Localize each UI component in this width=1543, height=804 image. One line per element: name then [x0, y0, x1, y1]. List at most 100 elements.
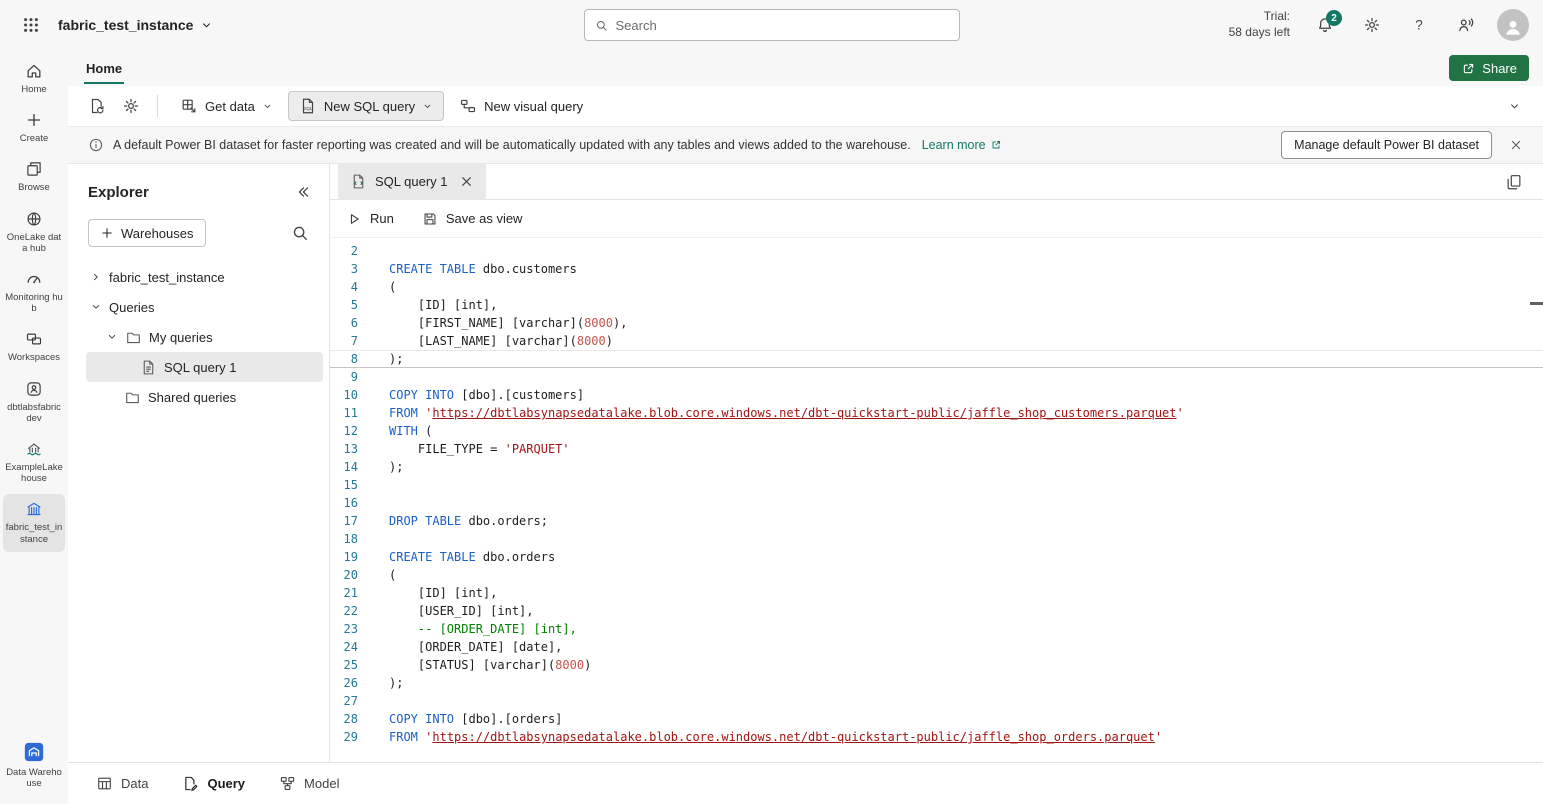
explorer-search-button[interactable]: [285, 218, 315, 248]
code-line-17[interactable]: 17DROP TABLE dbo.orders;: [330, 512, 1543, 530]
visual-query-icon: [459, 97, 477, 115]
code-line-9[interactable]: 9: [330, 368, 1543, 386]
rail-item-home[interactable]: Home: [3, 56, 65, 102]
bottom-tab-data[interactable]: Data: [96, 775, 148, 792]
chevron-down-icon: [422, 101, 433, 112]
rail-item-label: Data Warehouse: [5, 767, 63, 789]
line-number: 7: [330, 332, 376, 350]
code-text: DROP TABLE dbo.orders;: [376, 512, 548, 530]
code-line-25[interactable]: 25 [STATUS] [varchar](8000): [330, 656, 1543, 674]
rail-item-onelake-data-hub[interactable]: OneLake data hub: [3, 204, 65, 261]
account-avatar[interactable]: [1497, 9, 1529, 41]
left-rail: Home CreateBrowse OneLake data hub Monitori…: [0, 50, 68, 804]
rail-item-browse[interactable]: Browse: [3, 154, 65, 200]
rail-item-label: OneLake data hub: [5, 232, 63, 254]
warehouse-settings-button[interactable]: [116, 91, 146, 121]
workspace-name: fabric_test_instance: [58, 17, 193, 33]
close-tab-button[interactable]: [456, 171, 478, 193]
browse-icon: [25, 160, 43, 178]
query-tab[interactable]: SQL query 1: [338, 164, 486, 200]
new-sql-query-button[interactable]: SQL New SQL query: [288, 91, 444, 121]
collapse-ribbon-button[interactable]: [1499, 91, 1529, 121]
code-line-20[interactable]: 20(: [330, 566, 1543, 584]
code-line-4[interactable]: 4(: [330, 278, 1543, 296]
line-number: 19: [330, 548, 376, 566]
share-button[interactable]: Share: [1449, 55, 1529, 81]
code-editor[interactable]: 23CREATE TABLE dbo.customers4(5 [ID] [in…: [330, 238, 1543, 762]
code-line-10[interactable]: 10COPY INTO [dbo].[customers]: [330, 386, 1543, 404]
tree-item-fabric-test-instance[interactable]: fabric_test_instance: [86, 262, 323, 292]
code-line-22[interactable]: 22 [USER_ID] [int],: [330, 602, 1543, 620]
explorer-panel: Explorer Warehouses: [68, 164, 330, 762]
tree-item-my-queries[interactable]: My queries: [86, 322, 323, 352]
code-text: );: [376, 458, 403, 476]
help-button[interactable]: ?: [1403, 9, 1435, 41]
rail-item-label: Home: [21, 84, 46, 95]
code-line-26[interactable]: 26);: [330, 674, 1543, 692]
tree-item-shared-queries[interactable]: Shared queries: [86, 382, 323, 412]
folder-icon: [125, 329, 142, 346]
code-line-8[interactable]: 8);: [330, 350, 1543, 368]
collapse-explorer-button[interactable]: [289, 178, 317, 206]
bottom-tab-query[interactable]: Query: [182, 775, 245, 792]
code-line-13[interactable]: 13 FILE_TYPE = 'PARQUET': [330, 440, 1543, 458]
code-line-23[interactable]: 23 -- [ORDER_DATE] [int],: [330, 620, 1543, 638]
code-line-15[interactable]: 15: [330, 476, 1543, 494]
code-line-3[interactable]: 3CREATE TABLE dbo.customers: [330, 260, 1543, 278]
bottom-tab-model[interactable]: Model: [279, 775, 339, 792]
code-line-14[interactable]: 14);: [330, 458, 1543, 476]
get-data-button[interactable]: Get data: [169, 91, 284, 121]
code-text: WITH (: [376, 422, 432, 440]
code-line-18[interactable]: 18: [330, 530, 1543, 548]
tree-item-sql-query-1[interactable]: SQL query 1: [86, 352, 323, 382]
rail-item-monitoring-hub[interactable]: Monitoring hub: [3, 264, 65, 321]
explorer-tree: fabric_test_instanceQueriesMy queriesSQL…: [68, 260, 329, 412]
copy-button[interactable]: [1499, 167, 1529, 197]
search-input[interactable]: [616, 18, 949, 33]
new-visual-query-button[interactable]: New visual query: [448, 91, 594, 121]
code-text: (: [376, 566, 396, 584]
feedback-button[interactable]: [1450, 9, 1482, 41]
app-launcher-button[interactable]: [14, 8, 48, 42]
code-line-2[interactable]: 2: [330, 242, 1543, 260]
rail-item-dbtlabsfabricdev[interactable]: dbtlabsfabricdev: [3, 374, 65, 431]
line-number: 11: [330, 404, 376, 422]
code-line-11[interactable]: 11FROM 'https://dbtlabsynapsedatalake.bl…: [330, 404, 1543, 422]
refresh-button[interactable]: [82, 91, 112, 121]
code-line-21[interactable]: 21 [ID] [int],: [330, 584, 1543, 602]
rail-item-examplelakehouse[interactable]: ExampleLakehouse: [3, 434, 65, 491]
code-line-12[interactable]: 12WITH (: [330, 422, 1543, 440]
banner-close-button[interactable]: [1501, 130, 1531, 160]
tab-home[interactable]: Home: [84, 53, 124, 84]
code-line-28[interactable]: 28COPY INTO [dbo].[orders]: [330, 710, 1543, 728]
code-line-5[interactable]: 5 [ID] [int],: [330, 296, 1543, 314]
explorer-title: Explorer: [88, 184, 149, 201]
rail-item-create[interactable]: Create: [3, 105, 65, 151]
rail-item-data-warehouse[interactable]: Data Warehouse: [3, 735, 65, 796]
tree-item-queries[interactable]: Queries: [86, 292, 323, 322]
code-line-29[interactable]: 29FROM 'https://dbtlabsynapsedatalake.bl…: [330, 728, 1543, 746]
rail-item-workspaces[interactable]: Workspaces: [3, 324, 65, 370]
add-warehouses-button[interactable]: Warehouses: [88, 219, 206, 247]
scrollbar-thumb[interactable]: [1530, 302, 1543, 305]
app-window: fabric_test_instance Trial: 58 days left…: [0, 0, 1543, 804]
workspace-name-button[interactable]: fabric_test_instance: [58, 17, 213, 33]
code-line-24[interactable]: 24 [ORDER_DATE] [date],: [330, 638, 1543, 656]
code-text: [376, 494, 389, 512]
run-button[interactable]: Run: [346, 211, 394, 227]
editor-pane: SQL query 1 Run: [330, 164, 1543, 762]
line-number: 26: [330, 674, 376, 692]
settings-button[interactable]: [1356, 9, 1388, 41]
save-as-view-button[interactable]: Save as view: [422, 211, 523, 227]
learn-more-link[interactable]: Learn more: [922, 138, 1002, 152]
code-line-27[interactable]: 27: [330, 692, 1543, 710]
code-line-7[interactable]: 7 [LAST_NAME] [varchar](8000): [330, 332, 1543, 350]
notifications-button[interactable]: 2: [1309, 9, 1341, 41]
person-icon: [1502, 16, 1524, 38]
manage-dataset-button[interactable]: Manage default Power BI dataset: [1281, 131, 1492, 159]
code-line-16[interactable]: 16: [330, 494, 1543, 512]
rail-item-fabric-test-instance[interactable]: fabric_test_instance: [3, 494, 65, 551]
code-line-6[interactable]: 6 [FIRST_NAME] [varchar](8000),: [330, 314, 1543, 332]
code-line-19[interactable]: 19CREATE TABLE dbo.orders: [330, 548, 1543, 566]
banner-message: A default Power BI dataset for faster re…: [113, 138, 911, 152]
